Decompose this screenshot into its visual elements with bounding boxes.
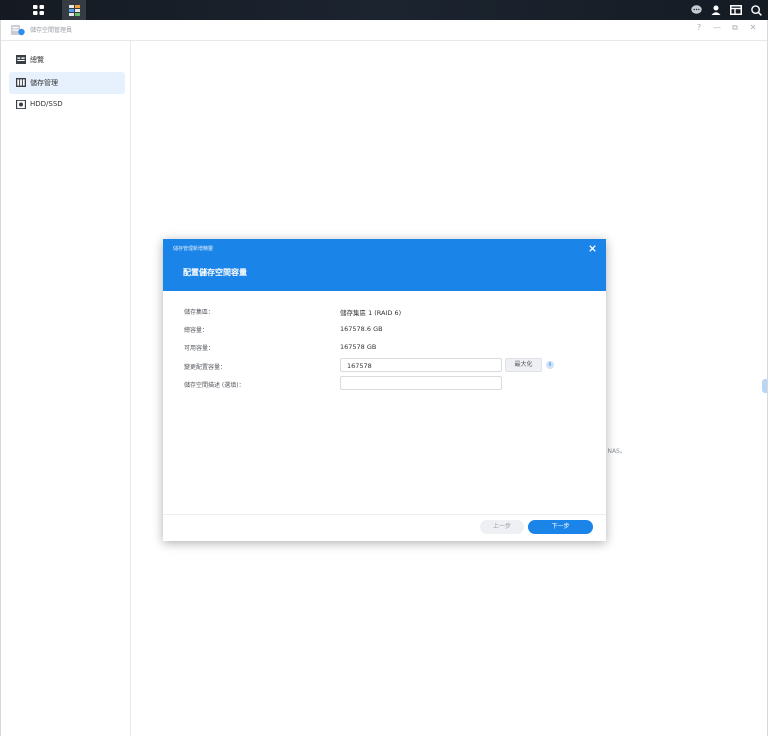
sidebar-item-label: 總覽 xyxy=(30,56,44,64)
wizard-title: 儲存管理新增精靈 xyxy=(173,246,214,252)
window-title: 儲存空間管理員 xyxy=(30,27,73,34)
main-menu-button[interactable] xyxy=(24,0,52,20)
next-button[interactable]: 下一步 xyxy=(528,520,593,534)
storage-manager-app-icon xyxy=(68,4,80,16)
description-label: 儲存空間描述 (選填)： xyxy=(184,382,245,389)
grid-menu-icon xyxy=(32,5,44,15)
step-title: 配置儲存空間容量 xyxy=(183,268,247,277)
search-icon xyxy=(751,4,762,16)
dialog-footer-divider xyxy=(163,514,606,515)
maximize-button[interactable]: 最大化 xyxy=(505,358,542,372)
info-icon[interactable]: i xyxy=(546,361,554,369)
sidebar-item-overview[interactable]: 總覽 xyxy=(9,49,125,71)
side-panel-handle[interactable] xyxy=(762,379,767,393)
taskbar xyxy=(0,0,768,20)
allocate-capacity-label: 變更配置容量： xyxy=(184,364,227,371)
storage-creation-wizard: 儲存管理新增精靈 配置儲存空間容量 儲存集區： 儲存集區 1 (RAID 6) … xyxy=(163,239,606,541)
allocate-capacity-value: 167578 xyxy=(347,362,372,370)
dialog-close-button[interactable] xyxy=(589,242,596,256)
chat-button[interactable] xyxy=(691,5,702,15)
taskbar-storage-manager[interactable] xyxy=(62,0,86,20)
sidebar: 總覽 儲存管理 HDD/SSD xyxy=(1,41,131,736)
search-button[interactable] xyxy=(751,4,762,16)
window-titlebar: 儲存空間管理員 ? — ⧉ ✕ xyxy=(1,20,767,41)
minimize-button[interactable]: — xyxy=(713,23,721,33)
allocate-capacity-input[interactable]: 167578 xyxy=(340,358,502,372)
disk-icon xyxy=(16,100,26,109)
user-button[interactable] xyxy=(711,5,721,15)
pool-value: 儲存集區 1 (RAID 6) xyxy=(340,309,402,317)
sidebar-item-storage[interactable]: 儲存管理 xyxy=(9,72,125,94)
close-button[interactable]: ✕ xyxy=(749,23,757,33)
restore-button[interactable]: ⧉ xyxy=(731,23,739,33)
description-input[interactable] xyxy=(340,376,502,390)
available-capacity-value: 167578 GB xyxy=(340,343,377,351)
available-capacity-label: 可用容量： xyxy=(184,345,215,352)
close-icon xyxy=(589,245,596,252)
total-capacity-value: 167578.6 GB xyxy=(340,325,383,333)
sidebar-item-label: HDD/SSD xyxy=(30,100,63,108)
help-button[interactable]: ? xyxy=(695,23,703,33)
chat-icon xyxy=(691,5,702,14)
widget-icon xyxy=(730,5,742,15)
sidebar-item-label: 儲存管理 xyxy=(30,79,58,87)
total-capacity-label: 總容量： xyxy=(184,327,209,334)
overview-icon xyxy=(16,55,26,64)
storage-icon xyxy=(16,78,26,87)
widget-button[interactable] xyxy=(730,5,742,15)
storage-manager-app-icon xyxy=(11,25,25,36)
user-icon xyxy=(711,5,721,15)
previous-button[interactable]: 上一步 xyxy=(480,520,524,534)
sidebar-item-hdd-ssd[interactable]: HDD/SSD xyxy=(9,94,125,116)
dialog-header: 儲存管理新增精靈 配置儲存空間容量 xyxy=(163,239,606,291)
pool-label: 儲存集區： xyxy=(184,309,215,316)
